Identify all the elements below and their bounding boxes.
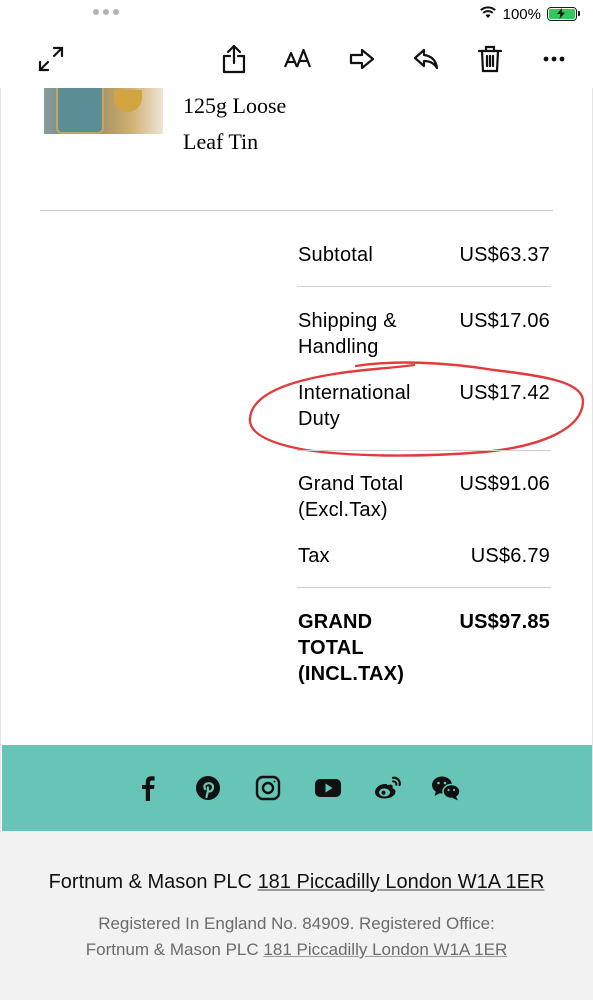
instagram-icon[interactable]: [252, 773, 284, 803]
mail-toolbar: [0, 36, 593, 82]
youtube-icon[interactable]: [312, 773, 344, 803]
reply-icon[interactable]: [406, 36, 446, 82]
product-image[interactable]: [44, 88, 163, 134]
footer-company: Fortnum & Mason PLC: [48, 871, 252, 893]
share-icon[interactable]: [214, 36, 254, 82]
multitasking-dots-icon[interactable]: [93, 9, 119, 15]
text-size-icon[interactable]: [278, 36, 318, 82]
wifi-icon: [479, 5, 497, 23]
footer-registered-office: Fortnum & Mason PLC 181 Piccadilly Londo…: [0, 937, 593, 963]
footer-company-address: Fortnum & Mason PLC 181 Piccadilly Londo…: [0, 871, 593, 894]
grand-total-incl-label: GRAND TOTAL (INCL.TAX): [298, 611, 405, 685]
grand-total-excl-value: US$91.06: [459, 473, 550, 495]
grand-total-excl-label: Grand Total (Excl.Tax): [298, 473, 404, 521]
subtotal-value: US$63.37: [459, 244, 550, 266]
footer-registered-address-link[interactable]: 181 Piccadilly London W1A 1ER: [263, 940, 507, 959]
shipping-label: Shipping & Handling: [298, 310, 397, 358]
product-name: 125g Loose Leaf Tin: [183, 88, 383, 160]
email-footer: Fortnum & Mason PLC 181 Piccadilly Londo…: [0, 831, 593, 1000]
footer-registered-company: Fortnum & Mason PLC: [85, 940, 259, 959]
totals-divider: [297, 450, 551, 451]
battery-charging-icon: [547, 7, 580, 21]
trash-icon[interactable]: [470, 36, 510, 82]
grand-total-incl-value: US$97.85: [459, 611, 550, 633]
pinterest-icon[interactable]: [192, 773, 224, 803]
expand-icon[interactable]: [31, 36, 71, 82]
status-indicators: 100%: [479, 5, 580, 23]
footer-address-link[interactable]: 181 Piccadilly London W1A 1ER: [258, 871, 545, 893]
tax-label: Tax: [298, 545, 330, 567]
section-divider: [40, 210, 553, 211]
status-bar: 100%: [0, 0, 593, 28]
subtotal-label: Subtotal: [298, 244, 373, 266]
email-left-edge: [0, 88, 1, 832]
totals-divider: [297, 286, 551, 287]
social-links-bar: [2, 745, 592, 831]
more-icon[interactable]: [534, 36, 574, 82]
battery-percent: 100%: [502, 5, 541, 23]
weibo-icon[interactable]: [372, 773, 404, 803]
footer-registered-text: Registered In England No. 84909. Registe…: [98, 914, 495, 933]
wechat-icon[interactable]: [430, 773, 462, 803]
facebook-icon[interactable]: [132, 773, 164, 803]
red-circle-annotation: [248, 361, 585, 457]
tax-value: US$6.79: [470, 545, 550, 567]
forward-icon[interactable]: [342, 36, 382, 82]
shipping-value: US$17.06: [459, 310, 550, 332]
totals-divider: [297, 587, 551, 588]
product-name-line2: Leaf Tin: [183, 129, 259, 154]
product-name-line1: 125g Loose: [183, 93, 287, 118]
